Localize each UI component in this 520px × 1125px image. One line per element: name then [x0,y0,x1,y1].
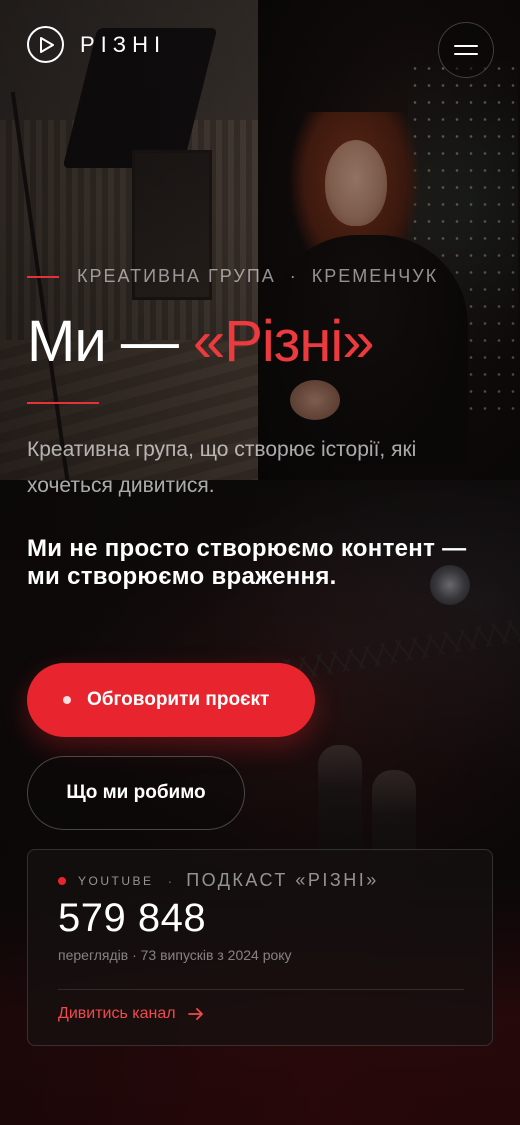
dot-icon [63,696,71,704]
title-divider [27,402,99,404]
eyebrow-city: КРЕМЕНЧУК [311,266,439,286]
logo-text: РІЗНІ [80,31,167,57]
site-header: РІЗНІ [0,0,520,92]
page-title: Ми — «Різні» [27,309,375,374]
arrow-right-icon [187,1008,203,1020]
eyebrow-accent-line [27,275,59,278]
platform-label: YOUTUBE [78,873,154,888]
menu-button[interactable] [438,22,494,78]
hero-subtitle: Креативна група, що створює історії, які… [27,438,417,497]
card-header: YOUTUBE · ПОДКАСТ «РІЗНІ» [58,870,379,891]
card-divider [58,989,464,990]
eyebrow-group: КРЕАТИВНА ГРУПА [77,266,276,286]
play-circle-icon [27,26,64,63]
hero-eyebrow: КРЕАТИВНА ГРУПА · КРЕМЕНЧУК [27,266,438,287]
hero-lead: Ми не просто створюємо контент — ми ство… [27,535,467,590]
card-separator: · [167,872,173,889]
views-meta: переглядів · 73 випусків з 2024 року [58,947,292,963]
title-plain: Ми — [27,309,193,374]
logo[interactable]: РІЗНІ [27,26,166,63]
title-accent: «Різні» [192,309,375,374]
youtube-stats-card: YOUTUBE · ПОДКАСТ «РІЗНІ» 579 848 перегл… [27,849,493,1046]
watch-channel-label: Дивитись канал [58,1005,176,1022]
discuss-project-button[interactable]: Обговорити проєкт [27,663,315,737]
what-we-do-button[interactable]: Що ми робимо [27,756,245,830]
views-count: 579 848 [58,896,207,940]
hamburger-menu-icon [454,45,478,47]
hamburger-menu-icon [454,53,478,55]
live-dot-icon [58,876,66,885]
eyebrow-separator: · [289,266,298,286]
discuss-project-label: Обговорити проєкт [87,689,270,710]
show-name: ПОДКАСТ «РІЗНІ» [186,870,379,890]
watch-channel-link[interactable]: Дивитись канал [58,1005,204,1023]
what-we-do-label: Що ми робимо [66,782,206,803]
